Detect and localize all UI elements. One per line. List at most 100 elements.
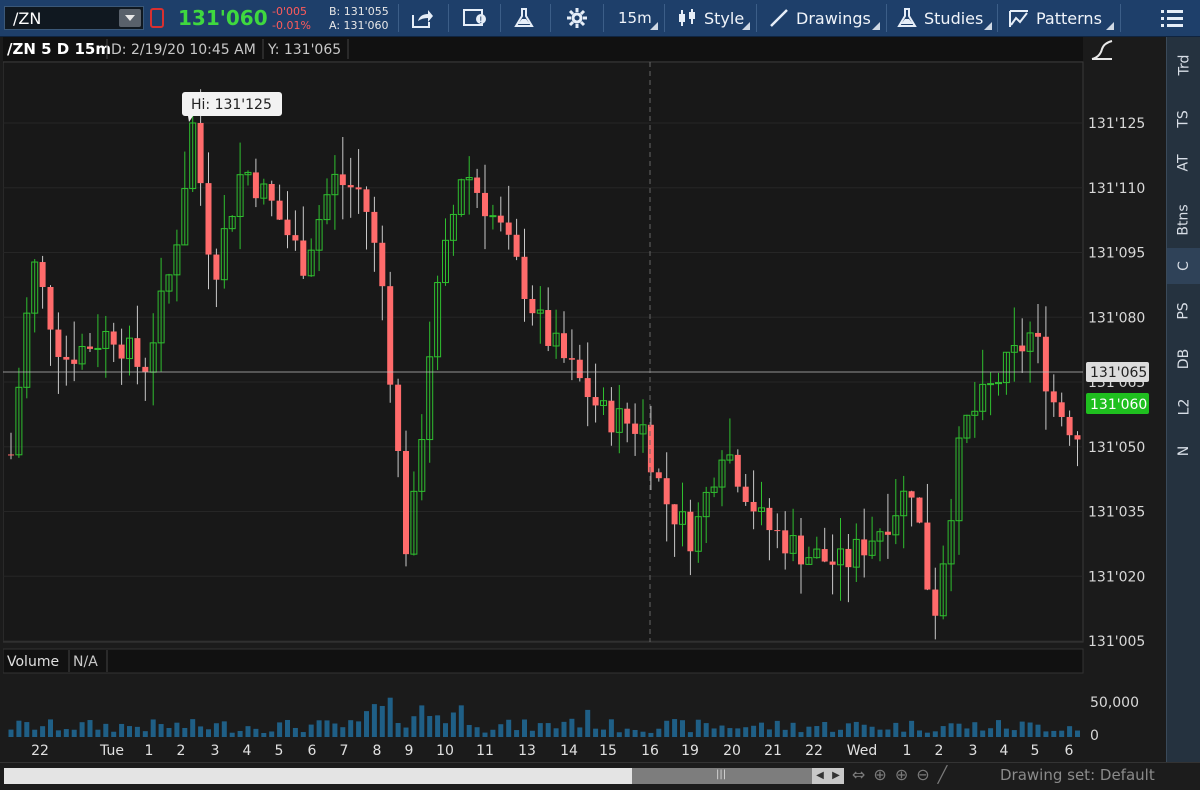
- time-axis[interactable]: 22 Tue 1 2 3 4 5 6 7 8 9 10 11 13 14 15 16 19 20 21 22 Wed 1 2 3…: [31, 743, 1073, 759]
- volume-bar: [24, 722, 30, 737]
- volume-bar: [672, 719, 678, 737]
- crosshair-icon[interactable]: ⊕: [873, 765, 886, 784]
- volume-bar: [664, 720, 670, 737]
- scrollbar-thumb[interactable]: |||: [632, 768, 812, 784]
- menu-button[interactable]: [1160, 0, 1184, 36]
- volume-bar: [616, 732, 622, 737]
- scroll-left-icon[interactable]: ◀: [812, 768, 828, 784]
- candle-body: [497, 215, 504, 223]
- tab-ps[interactable]: PS: [1167, 293, 1200, 329]
- tab-ts[interactable]: TS: [1167, 101, 1200, 137]
- tab-btns-label: Btns: [1175, 204, 1192, 236]
- volume-bar: [261, 732, 267, 737]
- scroll-right-icon[interactable]: ▶: [828, 768, 844, 784]
- zoom-out-icon[interactable]: ⊖: [916, 765, 929, 784]
- tab-trd[interactable]: Trd: [1167, 47, 1200, 83]
- candle-body: [213, 254, 220, 280]
- volume-bar: [648, 732, 654, 737]
- style-button[interactable]: Style: [676, 0, 750, 36]
- volume-bar: [1051, 730, 1057, 737]
- chart-settings-button[interactable]: !: [462, 0, 488, 36]
- horizontal-scrollbar[interactable]: ||| ◀ ▶: [4, 768, 844, 784]
- volume-bar: [932, 731, 938, 737]
- price-axis[interactable]: 131'005 131'020 131'035 131'050 131'065 131'0…: [1088, 116, 1145, 650]
- candle-body: [632, 423, 639, 434]
- volume-tick-label: 50,000: [1090, 695, 1139, 711]
- candle-body: [252, 172, 259, 199]
- volume-bar: [980, 730, 986, 737]
- volume-bar: [419, 705, 425, 737]
- candle-body: [529, 298, 536, 314]
- flask-icon: [514, 8, 534, 27]
- volume-bar: [71, 729, 77, 737]
- price-panel: [2, 61, 1084, 643]
- candle-body: [1066, 416, 1073, 436]
- volume-bar: [1075, 730, 1080, 737]
- candle-body: [521, 256, 528, 299]
- volume-bar: [95, 729, 101, 737]
- y-axis-toggle-icon[interactable]: [1089, 40, 1115, 63]
- volume-bar: [853, 721, 859, 737]
- volume-bar: [585, 709, 591, 737]
- fit-icon[interactable]: ⇔: [852, 765, 865, 784]
- volume-bar: [308, 724, 314, 737]
- share-button[interactable]: [410, 0, 434, 36]
- tab-l2[interactable]: L2: [1167, 389, 1200, 425]
- volume-bar: [861, 724, 867, 737]
- volume-bar: [924, 732, 930, 737]
- tab-n[interactable]: N: [1167, 433, 1200, 469]
- volume-bar: [285, 719, 290, 737]
- tab-at[interactable]: AT: [1167, 145, 1200, 181]
- chart-area[interactable]: /ZN 5 D 15m D: 2/19/20 10:45 AM Y: 131'0…: [2, 37, 1163, 762]
- volume-bar: [909, 720, 915, 737]
- percent-change: -0.01%: [272, 19, 311, 32]
- chevron-down-icon[interactable]: [119, 9, 141, 27]
- zoom-in-icon[interactable]: ⊕: [895, 765, 908, 784]
- tab-c[interactable]: C: [1167, 248, 1200, 284]
- volume-bar: [1043, 731, 1049, 737]
- candle-body: [568, 358, 575, 360]
- settings-button[interactable]: [565, 0, 589, 36]
- volume-bar: [711, 728, 717, 737]
- drawing-tool-icon[interactable]: ╱: [938, 765, 948, 784]
- volume-bar: [277, 722, 283, 737]
- candle-body: [1042, 336, 1049, 392]
- volume-bar: [759, 722, 764, 737]
- candle-body: [403, 451, 409, 555]
- drawings-button[interactable]: Drawings: [768, 0, 880, 36]
- price-chart[interactable]: /ZN 5 D 15m D: 2/19/20 10:45 AM Y: 131'0…: [2, 37, 1163, 762]
- candle-body: [687, 511, 694, 552]
- candle-body: [782, 530, 789, 554]
- chart-gear-icon: !: [463, 9, 486, 26]
- x-tick-label: 3: [969, 743, 978, 759]
- aggregation-button[interactable]: 15m: [618, 0, 658, 36]
- last-price: 131'060: [178, 6, 268, 30]
- candle-body: [774, 530, 781, 532]
- volume-bar: [569, 718, 575, 737]
- candle-body: [284, 219, 291, 236]
- studies-button[interactable]: Studies: [896, 0, 992, 36]
- tab-db[interactable]: DB: [1167, 341, 1200, 377]
- flask-icon: [897, 8, 917, 27]
- volume-bar: [435, 715, 441, 737]
- x-tick-label: 7: [340, 743, 349, 759]
- patterns-button[interactable]: Patterns: [1008, 0, 1114, 36]
- x-tick-label: Wed: [847, 743, 878, 759]
- tab-ts-label: TS: [1175, 110, 1192, 128]
- volume-bar: [40, 726, 46, 737]
- volume-bar: [1035, 724, 1041, 737]
- volume-bar: [680, 720, 685, 737]
- volume-bar: [103, 723, 109, 737]
- tab-db-label: DB: [1175, 348, 1192, 370]
- chart-title: /ZN 5 D 15m: [7, 40, 111, 58]
- y-tick-label: 131'050: [1088, 440, 1145, 456]
- symbol-selector[interactable]: /ZN: [4, 6, 144, 30]
- volume-bar: [379, 705, 385, 737]
- x-tick-label: 1: [903, 743, 912, 759]
- tab-btns[interactable]: Btns: [1167, 197, 1200, 243]
- candle-body: [300, 240, 307, 276]
- volume-bar: [1059, 730, 1065, 737]
- x-tick-label: 1: [145, 743, 154, 759]
- experimental-button[interactable]: [512, 0, 536, 36]
- alert-icon[interactable]: [150, 8, 164, 28]
